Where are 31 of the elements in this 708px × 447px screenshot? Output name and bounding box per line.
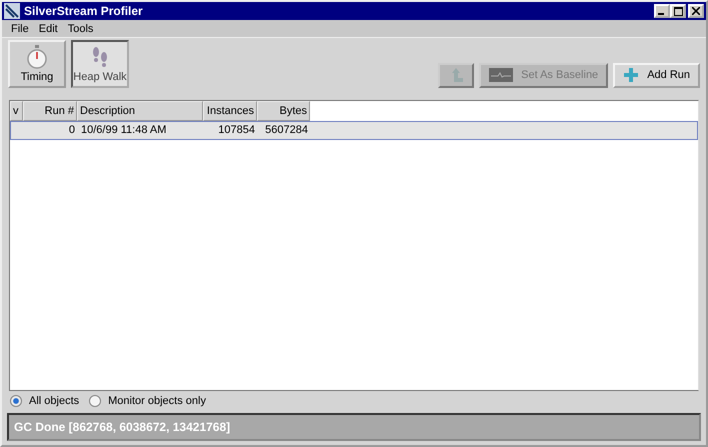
table-cell-text: 0 bbox=[68, 123, 76, 138]
column-header[interactable]: v bbox=[10, 101, 23, 121]
plus-icon bbox=[623, 67, 640, 83]
column-header[interactable]: Instances bbox=[203, 101, 257, 121]
monitor-icon bbox=[489, 68, 514, 82]
table-row[interactable]: 0 10/6/99 11:48 AM 107854 5607284 bbox=[10, 121, 698, 140]
radio-button[interactable] bbox=[89, 395, 102, 407]
column-header[interactable]: Bytes bbox=[257, 101, 310, 121]
status-text: GC Done [862768, 6038672, 13421768] bbox=[14, 420, 230, 434]
minimize-button[interactable] bbox=[654, 4, 670, 18]
app-icon bbox=[4, 3, 20, 19]
close-icon bbox=[692, 7, 700, 15]
table-cell-text: 5607284 bbox=[264, 123, 309, 138]
add-run-button[interactable]: Add Run bbox=[613, 62, 700, 88]
menu-item[interactable]: Edit bbox=[34, 23, 63, 35]
menu-item[interactable]: Tools bbox=[62, 23, 98, 35]
maximize-icon bbox=[674, 6, 682, 16]
stopwatch-icon bbox=[25, 45, 49, 69]
radio-button[interactable] bbox=[10, 395, 22, 407]
column-header[interactable]: Description bbox=[77, 101, 203, 121]
maximize-button[interactable] bbox=[670, 4, 686, 18]
column-header[interactable]: Run # bbox=[23, 101, 77, 121]
menu-item[interactable]: File bbox=[6, 23, 34, 35]
radio-label: Monitor objects only bbox=[108, 395, 206, 407]
view-tab[interactable]: Timing bbox=[8, 40, 66, 88]
table-cell-text: 10/6/99 11:48 AM bbox=[80, 123, 168, 138]
radio-label: All objects bbox=[29, 395, 80, 407]
table-cell-text: 107854 bbox=[217, 123, 256, 138]
view-tab[interactable]: Heap Walk bbox=[71, 40, 129, 88]
window-title: SilverStream Profiler bbox=[24, 4, 144, 18]
close-button[interactable] bbox=[688, 4, 704, 18]
